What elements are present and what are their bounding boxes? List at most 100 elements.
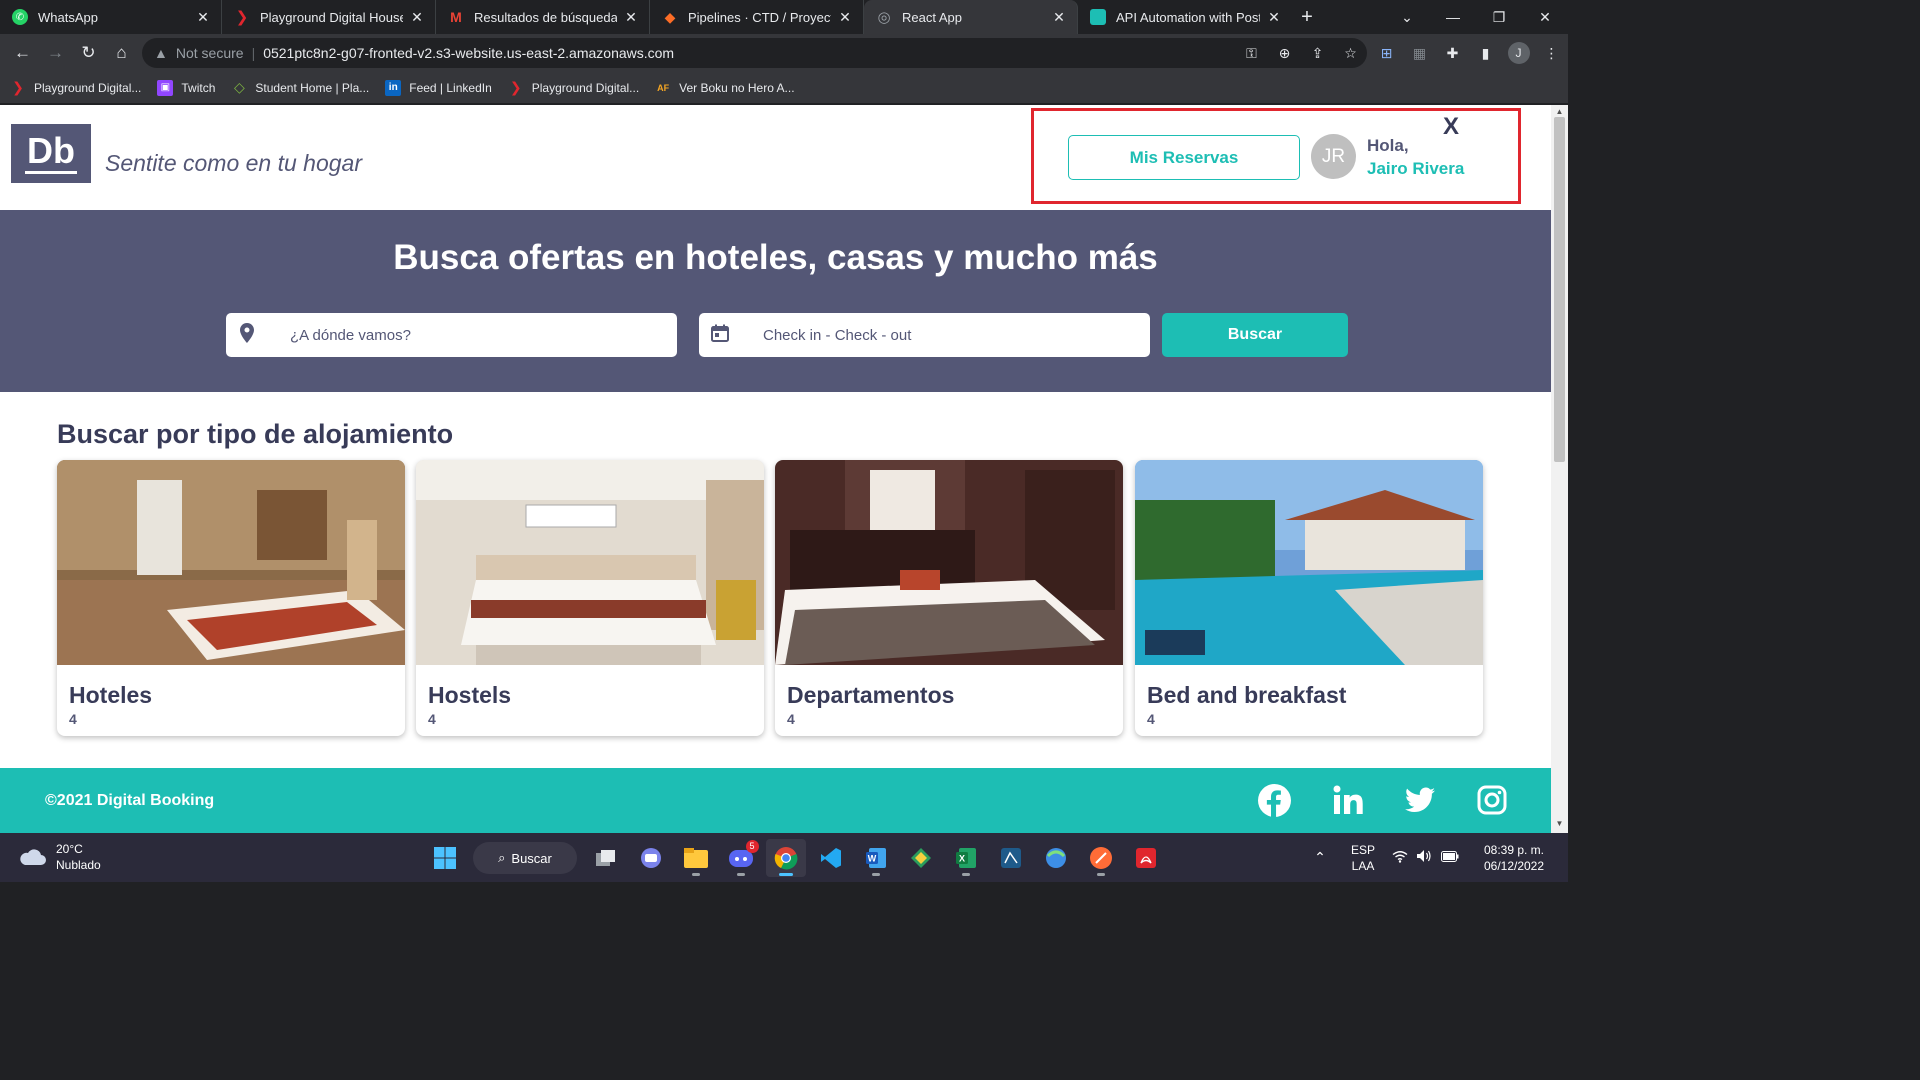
url-text[interactable]: 0521ptc8n2-g07-fronted-v2.s3-website.us-… [263, 45, 674, 61]
extension-icon[interactable]: ▦ [1403, 45, 1436, 62]
weather-condition: Nublado [56, 858, 101, 872]
warning-icon: ▲ [154, 45, 168, 61]
linkedin-icon[interactable] [1330, 782, 1366, 818]
file-explorer-icon[interactable] [676, 839, 716, 877]
acrobat-icon[interactable] [1126, 839, 1166, 877]
postman-icon [1090, 9, 1106, 25]
dates-field[interactable]: Check in - Check - out [699, 313, 1150, 357]
browser-app-icon[interactable] [1036, 839, 1076, 877]
back-arrow-icon[interactable]: ← [6, 38, 39, 68]
tab-playground[interactable]: ❯ Playground Digital House ✕ [222, 0, 436, 34]
zoom-icon[interactable]: ⊕ [1268, 45, 1301, 62]
tab-title: React App [902, 9, 962, 25]
browser-toolbar: ← → ↻ ⌂ ▲ Not secure | 0521ptc8n2-g07-fr… [0, 34, 1568, 72]
tab-postman[interactable]: API Automation with Postm ✕ [1078, 0, 1292, 34]
puzzle-icon[interactable]: ✚ [1436, 45, 1469, 62]
tab-gitlab[interactable]: ◆ Pipelines · CTD / Proyecto In ✕ [650, 0, 864, 34]
student-home-icon: ◇ [234, 79, 245, 95]
tab-react-app[interactable]: ◎ React App ✕ [864, 0, 1078, 34]
home-icon[interactable]: ⌂ [105, 38, 138, 68]
excel-icon[interactable]: X [946, 839, 986, 877]
bookmark-item[interactable]: ❯ Playground Digital... [10, 79, 141, 96]
language-indicator[interactable]: ESP LAA [1338, 842, 1388, 874]
destination-field[interactable]: ¿A dónde vamos? [226, 313, 677, 357]
share-icon[interactable]: ⇪ [1301, 45, 1334, 62]
postman-icon[interactable] [1081, 839, 1121, 877]
scroll-down-icon[interactable]: ▼ [1551, 819, 1568, 831]
logo-underline [25, 171, 77, 174]
calendar-icon [699, 324, 741, 347]
chevron-up-icon[interactable]: ⌃ [1302, 849, 1338, 866]
close-tab-icon[interactable]: ✕ [1266, 9, 1282, 26]
weather-widget[interactable]: 20°C Nublado [18, 841, 101, 873]
restore-button[interactable]: ❐ [1476, 0, 1522, 34]
instagram-icon[interactable] [1474, 782, 1510, 818]
search-button[interactable]: Buscar [1162, 313, 1348, 357]
bookmark-item[interactable]: ▣ Twitch [157, 79, 215, 96]
twitter-icon[interactable] [1402, 782, 1438, 818]
user-avatar: JR [1311, 134, 1356, 179]
facebook-icon[interactable] [1256, 782, 1292, 818]
git-kraken-icon[interactable] [901, 839, 941, 877]
battery-icon[interactable] [1436, 850, 1464, 865]
close-tab-icon[interactable]: ✕ [623, 9, 639, 26]
profile-avatar[interactable]: J [1502, 42, 1535, 64]
tab-whatsapp[interactable]: ✆ WhatsApp ✕ [0, 0, 222, 34]
forward-arrow-icon[interactable]: → [39, 38, 72, 68]
page-viewport: Db Sentite como en tu hogar Mis Reservas… [0, 105, 1568, 833]
svg-text:X: X [958, 854, 964, 864]
search-hero: Busca ofertas en hoteles, casas y mucho … [0, 210, 1551, 392]
logout-close-button[interactable]: X [1443, 113, 1459, 141]
chat-icon[interactable] [631, 839, 671, 877]
bookmark-label: Feed | LinkedIn [409, 80, 492, 95]
page-scrollbar[interactable]: ▲ ▼ [1551, 105, 1568, 833]
mysql-workbench-icon[interactable] [991, 839, 1031, 877]
volume-icon[interactable] [1412, 849, 1436, 866]
site-logo[interactable]: Db [11, 124, 91, 183]
minimize-button[interactable]: — [1430, 0, 1476, 34]
bookmark-star-icon[interactable]: ☆ [1334, 45, 1367, 62]
bookmark-item[interactable]: AF Ver Boku no Hero A... [655, 80, 794, 96]
hostel-room-image [416, 460, 764, 665]
scrollbar-thumb[interactable] [1554, 117, 1565, 462]
logo-text: Db [27, 130, 75, 171]
close-tab-icon[interactable]: ✕ [195, 9, 211, 26]
word-icon[interactable]: W [856, 839, 896, 877]
new-tab-button[interactable]: + [1292, 6, 1322, 29]
tab-title: API Automation with Postm [1116, 9, 1260, 25]
category-name: Hoteles [69, 682, 153, 708]
clock[interactable]: 08:39 p. m. 06/12/2022 [1472, 842, 1556, 874]
close-tab-icon[interactable]: ✕ [1051, 9, 1067, 26]
close-tab-icon[interactable]: ✕ [409, 9, 425, 26]
my-reservations-button[interactable]: Mis Reservas [1068, 135, 1300, 180]
discord-icon[interactable]: 5 [721, 839, 761, 877]
category-card-bed-and-breakfast[interactable]: Bed and breakfast 4 [1135, 460, 1483, 736]
task-view-icon[interactable] [586, 839, 626, 877]
bookmark-item[interactable]: in Feed | LinkedIn [385, 79, 492, 96]
tab-search-icon[interactable]: ⌄ [1384, 0, 1430, 34]
side-panel-icon[interactable]: ▮ [1469, 45, 1502, 62]
vscode-icon[interactable] [811, 839, 851, 877]
category-count: 4 [787, 711, 795, 727]
chrome-icon[interactable] [765, 839, 806, 877]
category-card-departamentos[interactable]: Departamentos 4 [775, 460, 1123, 736]
bookmark-item[interactable]: ❯ Playground Digital... [508, 79, 639, 96]
category-count: 4 [1147, 711, 1155, 727]
menu-kebab-icon[interactable]: ⋮ [1535, 45, 1568, 62]
taskbar-search-button[interactable]: ⌕ Buscar [473, 842, 577, 874]
translate-icon[interactable]: ⊞ [1370, 45, 1403, 62]
wifi-icon[interactable] [1388, 850, 1412, 866]
tab-gmail[interactable]: M Resultados de búsqueda - ja ✕ [436, 0, 650, 34]
windows-start-icon[interactable] [425, 839, 465, 877]
bookmark-item[interactable]: ◇ Student Home | Pla... [231, 79, 369, 96]
show-desktop[interactable] [1556, 833, 1568, 882]
close-tab-icon[interactable]: ✕ [837, 9, 853, 26]
key-icon[interactable]: ⚿ [1235, 45, 1268, 62]
category-card-hoteles[interactable]: Hoteles 4 [57, 460, 405, 736]
reload-icon[interactable]: ↻ [72, 38, 105, 68]
close-window-button[interactable]: ✕ [1522, 0, 1568, 34]
category-card-hostels[interactable]: Hostels 4 [416, 460, 764, 736]
address-separator: | [251, 45, 256, 61]
user-name: Jairo Rivera [1367, 159, 1465, 178]
address-bar[interactable]: ▲ Not secure | 0521ptc8n2-g07-fronted-v2… [142, 38, 1367, 68]
